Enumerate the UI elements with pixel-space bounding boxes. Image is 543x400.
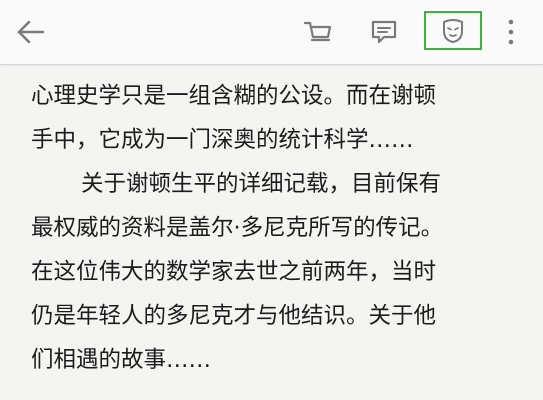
cart-icon xyxy=(303,21,332,42)
text-line: 手中，它成为一门深奥的统计科学…… xyxy=(31,127,414,153)
text-line: 最权威的资料是盖尔·多尼克所写的传记。 xyxy=(31,215,444,241)
reader-toolbar xyxy=(0,0,543,65)
back-button[interactable] xyxy=(8,12,52,52)
notes-button[interactable] xyxy=(362,12,406,52)
more-vertical-icon xyxy=(508,19,514,45)
text-line: 关于谢顿生平的详细记载，目前保有 xyxy=(81,171,442,197)
text-line: 心理史学只是一组含糊的公设。而在谢顿 xyxy=(31,83,437,109)
more-options-button[interactable] xyxy=(498,12,524,52)
text-line: 在这位伟大的数学家去世之前两年，当时 xyxy=(31,259,437,285)
text-line: 仍是年轻人的多尼克才与他结识。关于他 xyxy=(31,303,437,329)
text-line: 们相遇的故事…… xyxy=(31,347,212,373)
theme-mode-button[interactable] xyxy=(424,11,482,50)
book-text: 心理史学只是一组含糊的公设。而在谢顿 手中，它成为一门深奥的统计科学…… 关于谢… xyxy=(31,74,531,382)
theme-mask-icon xyxy=(443,18,463,43)
back-arrow-icon xyxy=(17,20,45,44)
reader-screen: 心理史学只是一组含糊的公设。而在谢顿 手中，它成为一门深奥的统计科学…… 关于谢… xyxy=(0,0,543,400)
notes-icon xyxy=(371,20,397,44)
cart-button[interactable] xyxy=(296,12,340,52)
